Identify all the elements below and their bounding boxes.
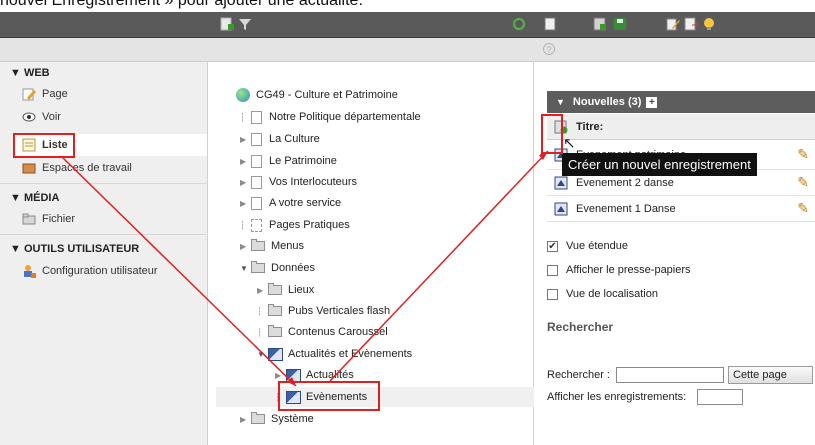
mouse-cursor-icon: ↖ xyxy=(563,135,576,152)
annotation-arrows xyxy=(61,150,549,387)
